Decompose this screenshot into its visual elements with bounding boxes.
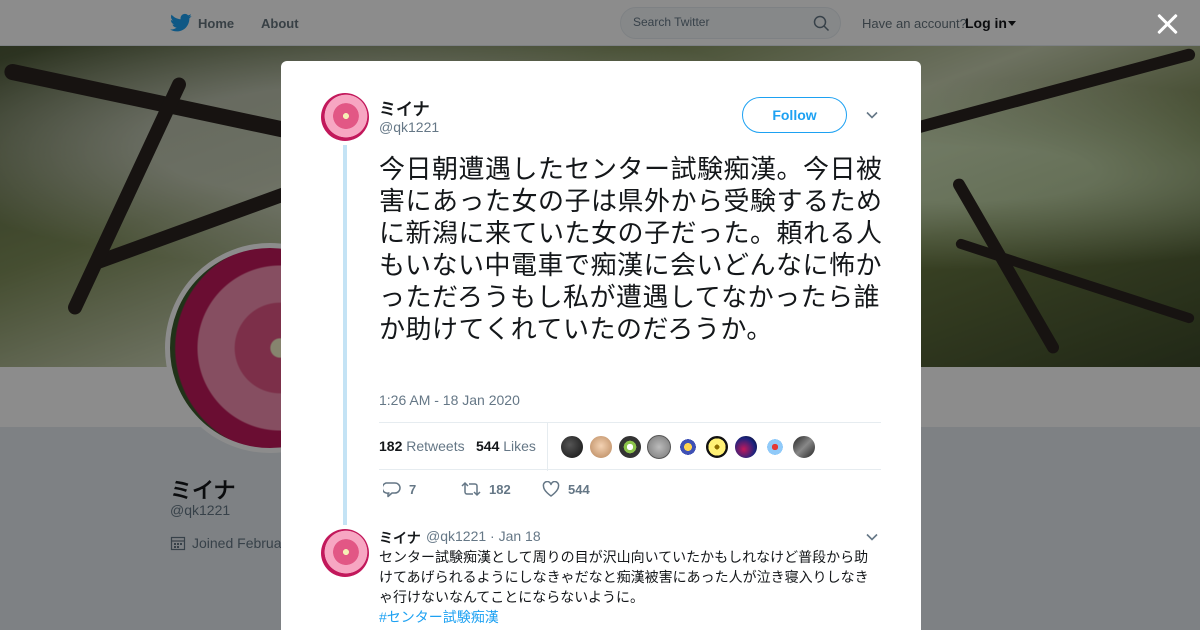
- reply-icon: [383, 482, 401, 498]
- reply-text: センター試験痴漢として周りの目が沢山向いていたかもしれなけど普段から助けてあげら…: [379, 549, 869, 605]
- chevron-down-icon[interactable]: [866, 531, 878, 543]
- reply-meta[interactable]: @qk1221 · Jan 18: [426, 528, 541, 544]
- tweet-text: 今日朝遭遇したセンター試験痴漢。今日被害にあった女の子は県外から受験するために新…: [379, 154, 883, 344]
- liker-avatar[interactable]: [734, 435, 758, 459]
- author-handle[interactable]: @qk1221: [379, 119, 439, 135]
- tweet-modal: ミイナ @qk1221 Follow 今日朝遭遇したセンター試験痴漢。今日被害に…: [281, 61, 921, 630]
- chevron-down-icon[interactable]: [866, 109, 878, 121]
- liker-avatar[interactable]: [589, 435, 613, 459]
- reply-author-avatar[interactable]: [321, 529, 369, 577]
- likes-label: Likes: [503, 438, 536, 454]
- stats-divider: [547, 423, 548, 471]
- liker-avatar[interactable]: [560, 435, 584, 459]
- retweet-count: 182: [489, 481, 511, 497]
- liker-avatar[interactable]: [792, 435, 816, 459]
- reply-author-name[interactable]: ミイナ: [379, 528, 421, 548]
- likes-count: 544: [476, 438, 500, 454]
- like-count: 544: [568, 481, 590, 497]
- like-action[interactable]: 544: [542, 481, 590, 497]
- reply-count: 7: [409, 482, 417, 497]
- tweet-actions: 7 182 544: [379, 481, 779, 501]
- hashtag-link[interactable]: #センター試験痴漢: [379, 607, 499, 627]
- retweet-icon: [461, 481, 481, 497]
- thread-line: [343, 145, 347, 525]
- heart-icon: [542, 481, 560, 497]
- tweet-timestamp[interactable]: 1:26 AM - 18 Jan 2020: [379, 392, 520, 408]
- retweets-count: 182: [379, 438, 403, 454]
- liker-avatar[interactable]: [647, 435, 671, 459]
- reply-action[interactable]: 7: [383, 481, 416, 498]
- retweet-action[interactable]: 182: [461, 481, 511, 497]
- follow-button[interactable]: Follow: [742, 97, 847, 133]
- close-icon[interactable]: [1154, 11, 1180, 37]
- liker-avatar[interactable]: [763, 435, 787, 459]
- tweet-stats: 182 Retweets 544 Likes: [379, 422, 881, 471]
- author-avatar[interactable]: [321, 93, 369, 141]
- retweets-stat[interactable]: 182 Retweets: [379, 438, 465, 454]
- liker-avatar[interactable]: [705, 435, 729, 459]
- retweets-label: Retweets: [406, 438, 465, 454]
- liker-avatar[interactable]: [676, 435, 700, 459]
- author-name[interactable]: ミイナ: [379, 95, 430, 120]
- likes-stat[interactable]: 544 Likes: [476, 438, 536, 454]
- liker-avatar[interactable]: [618, 435, 642, 459]
